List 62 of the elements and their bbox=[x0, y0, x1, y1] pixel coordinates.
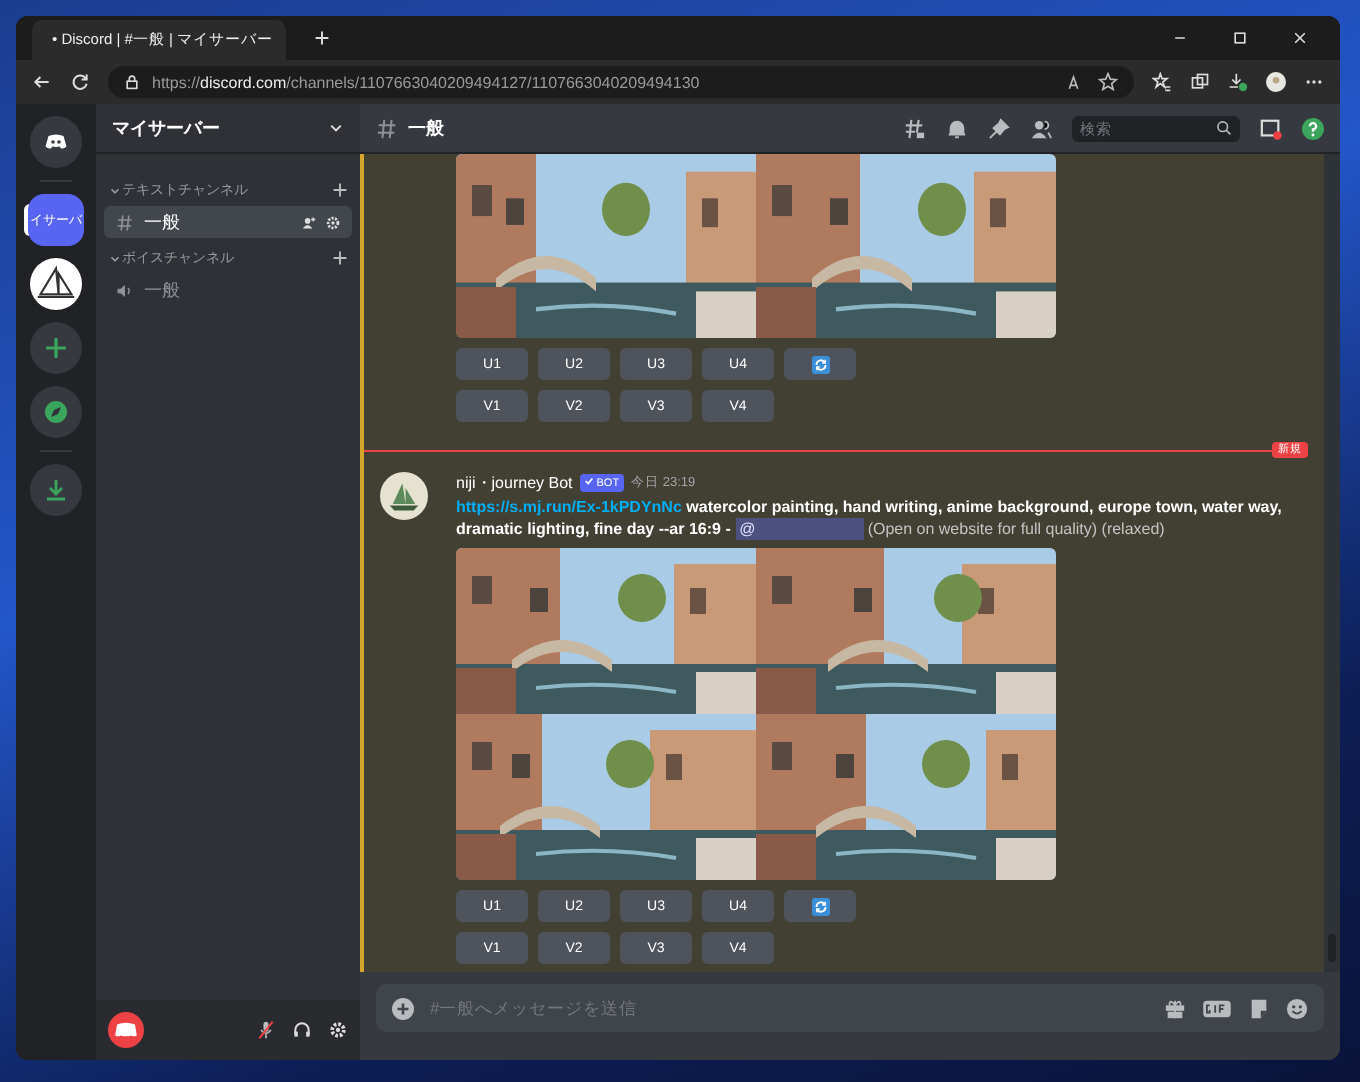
speaker-icon bbox=[116, 281, 134, 299]
muted-microphone-icon[interactable] bbox=[256, 1020, 276, 1040]
add-button[interactable] bbox=[30, 322, 82, 374]
members-icon[interactable] bbox=[1030, 117, 1052, 139]
chevron-icon[interactable] bbox=[108, 183, 122, 197]
sailboat-icon bbox=[30, 258, 82, 310]
help-icon[interactable] bbox=[1302, 117, 1324, 139]
chevron-icon bbox=[328, 120, 344, 136]
compass-icon bbox=[44, 400, 68, 424]
discord-logo bbox=[44, 130, 68, 154]
add-channel-icon[interactable] bbox=[332, 250, 348, 266]
star-icon[interactable] bbox=[1098, 72, 1118, 92]
channel-item[interactable]: 一般 bbox=[104, 274, 352, 306]
search-icon bbox=[1216, 120, 1232, 136]
pin-icon[interactable] bbox=[988, 117, 1010, 139]
hash-icon bbox=[376, 117, 398, 139]
reroll-button[interactable] bbox=[784, 890, 856, 922]
refresh-icon bbox=[811, 355, 829, 373]
reload-icon[interactable] bbox=[70, 72, 90, 92]
reroll-button[interactable] bbox=[784, 348, 856, 380]
download-icon bbox=[44, 478, 68, 502]
channel-item[interactable]: 一般 bbox=[104, 206, 352, 238]
download-button[interactable] bbox=[30, 464, 82, 516]
inbox-icon[interactable] bbox=[1260, 117, 1282, 139]
scrollbar[interactable] bbox=[1324, 154, 1340, 972]
user-avatar[interactable] bbox=[108, 1012, 144, 1048]
headphones-icon[interactable] bbox=[292, 1020, 312, 1040]
download-icon[interactable] bbox=[1228, 72, 1248, 92]
author-name[interactable]: niji・journey Bot bbox=[456, 472, 573, 494]
settings-icon[interactable] bbox=[328, 1020, 348, 1040]
invite-icon[interactable] bbox=[302, 215, 316, 229]
hash-icon bbox=[116, 213, 134, 231]
refresh-icon bbox=[811, 897, 829, 915]
close-icon[interactable] bbox=[1292, 30, 1308, 46]
add-channel-icon[interactable] bbox=[332, 182, 348, 198]
user-mention[interactable]: @ bbox=[735, 518, 864, 540]
new-tab-icon[interactable] bbox=[314, 30, 330, 46]
back-icon[interactable] bbox=[32, 72, 52, 92]
maximize-icon[interactable] bbox=[1232, 30, 1248, 46]
gif-icon[interactable] bbox=[1202, 997, 1232, 1019]
sticker-icon[interactable] bbox=[1248, 997, 1270, 1019]
profile-avatar[interactable] bbox=[1266, 72, 1286, 92]
chevron-icon[interactable] bbox=[108, 251, 122, 265]
threads-icon[interactable] bbox=[904, 117, 926, 139]
address-bar[interactable]: https://discord.com/channels/1107663040209494127/1107663040209494130 bbox=[108, 66, 1134, 98]
channel-title: 一般 bbox=[408, 115, 444, 141]
plus-icon bbox=[44, 336, 68, 360]
favorites-icon[interactable] bbox=[1152, 72, 1172, 92]
explore-button[interactable] bbox=[30, 386, 82, 438]
settings-icon[interactable] bbox=[326, 215, 340, 229]
message-text: https://s.mj.run/Ex-1kPDYnNc watercolor painting, hand writing, anime background, europe town, water way, dramatic lighting, fine day --ar 16:9 - @ (Open on website for full quality) (relaxed) bbox=[456, 496, 1284, 540]
gift-icon[interactable] bbox=[1164, 997, 1186, 1019]
avatar-button[interactable] bbox=[30, 258, 82, 310]
prompt-link[interactable]: https://s.mj.run/Ex-1kPDYnNc bbox=[456, 498, 682, 516]
lock-icon bbox=[124, 74, 140, 90]
collections-icon[interactable] bbox=[1190, 72, 1210, 92]
url-text: https://discord.com/channels/1107663040209494127/1107663040209494130 bbox=[152, 73, 700, 91]
home-button[interactable] bbox=[30, 116, 82, 168]
bell-icon[interactable] bbox=[946, 117, 968, 139]
emoji-icon[interactable] bbox=[1286, 997, 1308, 1019]
bot-avatar[interactable] bbox=[380, 472, 428, 520]
add-attachment-icon[interactable] bbox=[392, 997, 414, 1019]
